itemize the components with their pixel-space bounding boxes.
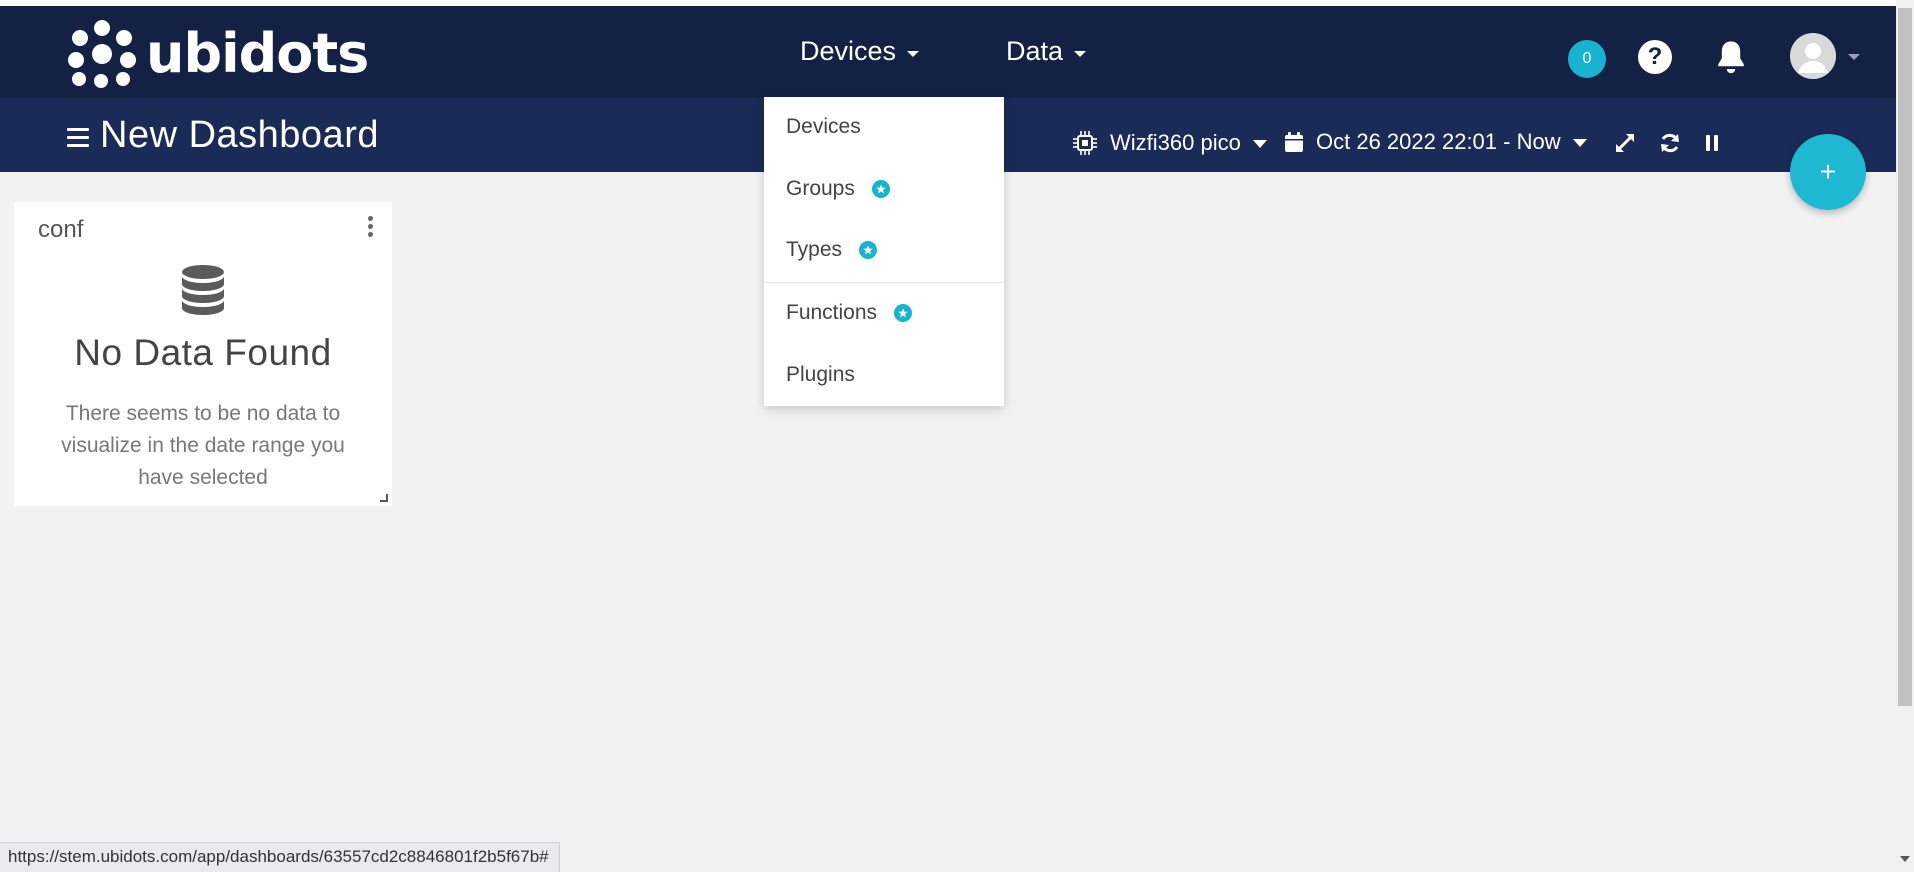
user-avatar[interactable] [1790,33,1836,79]
help-icon[interactable]: ? [1638,40,1672,74]
widget-title: conf [38,216,84,243]
nav-data-menu[interactable]: Data [1006,36,1087,67]
logo-dots-icon [68,20,136,88]
menu-item-plugins[interactable]: Plugins [786,363,855,387]
devices-dropdown-menu: Devices Groups Types Functions Plugins [764,97,1004,406]
menu-item-label: Types [786,238,843,261]
add-widget-button[interactable]: + [1790,134,1866,210]
database-icon [182,265,224,315]
bell-icon[interactable] [1714,38,1748,76]
widget-resize-handle[interactable] [380,494,388,502]
menu-item-label: Devices [786,115,861,138]
refresh-icon[interactable] [1658,131,1682,155]
device-selector[interactable]: Wizfi360 pico [1072,130,1267,156]
nav-data-label: Data [1006,36,1064,66]
user-icon [1790,33,1836,79]
date-range-label: Oct 26 2022 22:01 - Now [1316,129,1561,154]
caret-down-icon [1572,139,1587,147]
status-bar-url: https://stem.ubidots.com/app/dashboards/… [0,842,560,872]
star-icon [871,180,890,198]
dashboard-title: New Dashboard [100,114,379,156]
caret-down-icon [1252,140,1267,148]
page-scrollbar-thumb[interactable] [1898,8,1912,706]
nav-devices-label: Devices [800,36,897,66]
expand-icon[interactable] [1613,131,1637,155]
chip-icon [1073,131,1097,155]
dashboard-widget[interactable]: conf No Data Found There seems to be no … [14,202,392,506]
notification-count-badge[interactable]: 0 [1568,40,1606,78]
menu-item-groups[interactable]: Groups [786,177,890,201]
empty-state-message: There seems to be no data to visualize i… [61,402,345,489]
widget-kebab-menu-icon[interactable] [366,216,374,240]
menu-item-functions[interactable]: Functions [786,301,913,325]
pause-icon[interactable] [1700,131,1724,155]
star-icon [894,304,913,322]
date-range-selector[interactable]: Oct 26 2022 22:01 - Now [1284,129,1587,155]
hamburger-icon[interactable] [67,128,89,148]
menu-item-types[interactable]: Types [786,238,878,262]
menu-item-label: Plugins [786,363,855,386]
menu-item-label: Functions [786,301,878,324]
calendar-icon [1285,132,1303,152]
logo-text: ubidots [146,22,369,85]
star-icon [859,241,878,259]
menu-item-devices[interactable]: Devices [786,115,861,139]
ubidots-logo[interactable]: ubidots [68,20,369,88]
nav-devices-menu[interactable]: Devices [800,36,920,67]
avatar-chevron-down-icon[interactable] [1848,54,1860,60]
empty-state-title: No Data Found [74,332,332,373]
chevron-down-icon [1074,50,1087,57]
top-navbar: ubidots Devices Data 0 ? [0,6,1896,98]
scroll-down-arrow-icon[interactable] [1900,856,1910,862]
chevron-down-icon [907,50,920,57]
menu-item-label: Groups [786,177,855,200]
menu-divider [764,282,1004,283]
device-selector-label: Wizfi360 pico [1110,130,1241,155]
